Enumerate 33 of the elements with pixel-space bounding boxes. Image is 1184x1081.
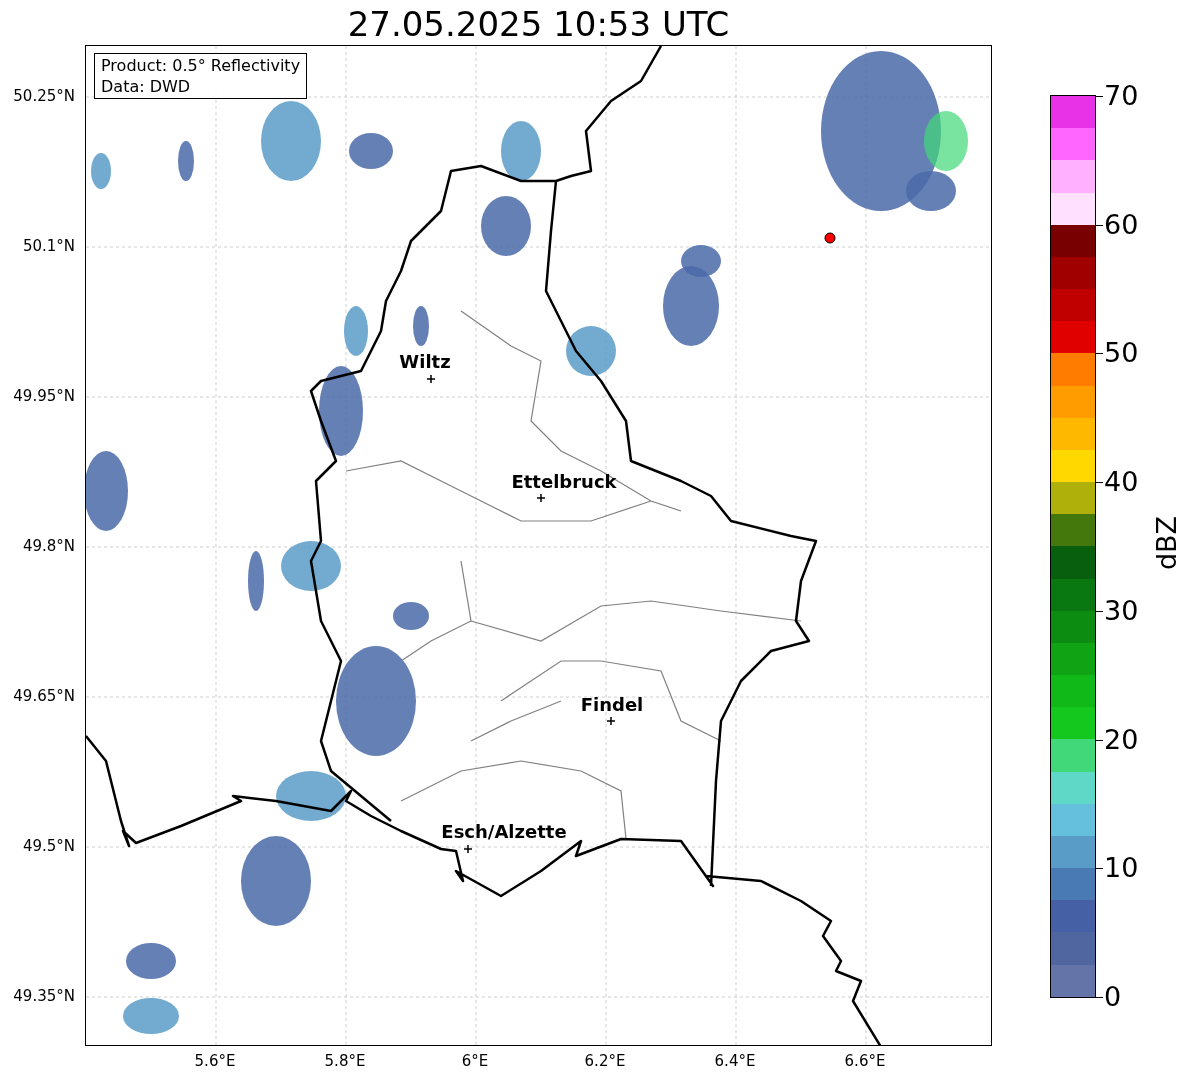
- info-text: Data: DWD: [101, 76, 192, 97]
- city-label: Findel: [580, 695, 644, 715]
- latitude-label: 50.25°N: [13, 87, 76, 105]
- latitude-label: 50.1°N: [22, 237, 76, 255]
- latitude-label: 49.8°N: [22, 537, 76, 555]
- longitude-label: 5.8°E: [324, 1052, 366, 1070]
- longitude-label: 6.2°E: [584, 1052, 626, 1070]
- colorbar-tick-label: 0: [1104, 982, 1122, 1012]
- city-label: Ettelbruck: [511, 472, 617, 492]
- colorbar-tick-label: 40: [1104, 467, 1139, 498]
- city-label: Wiltz: [399, 352, 451, 372]
- colorbar-tick-label: 10: [1104, 853, 1139, 884]
- colorbar-tick-label: 50: [1104, 338, 1139, 369]
- city-label: Esch/Alzette: [441, 822, 567, 842]
- colorbar-tick-label: 60: [1104, 209, 1139, 240]
- longitude-label: 5.6°E: [194, 1052, 236, 1070]
- longitude-label: 6.6°E: [844, 1052, 886, 1070]
- colorbar-tick-label: 70: [1104, 81, 1139, 111]
- colorbar-tick-label: 20: [1104, 724, 1139, 755]
- colorbar-tick-label: 30: [1104, 595, 1139, 626]
- latitude-label: 49.5°N: [22, 837, 76, 855]
- latitude-label: 49.65°N: [13, 687, 76, 705]
- latitude-label: 49.95°N: [13, 387, 76, 405]
- longitude-label: 6.4°E: [714, 1052, 756, 1070]
- chart-title: 27.05.2025 10:53 UTC: [346, 4, 731, 44]
- city-marker-icon: [464, 845, 472, 853]
- latitude-label: 49.35°N: [13, 987, 76, 1005]
- city-marker-icon: [427, 375, 435, 383]
- city-marker-icon: [607, 717, 615, 725]
- info-text: Product: 0.5° Reflectivity: [101, 55, 301, 76]
- longitude-label: 6°E: [461, 1052, 489, 1070]
- colorbar-label: dBZ: [1152, 515, 1183, 571]
- city-marker-icon: [537, 494, 545, 502]
